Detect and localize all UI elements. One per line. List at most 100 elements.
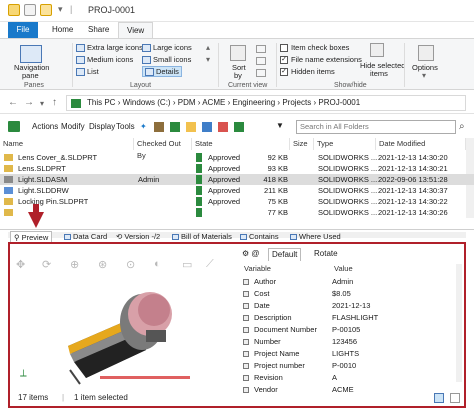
tab-contains[interactable]: Contains bbox=[240, 231, 279, 242]
large-icons-view-icon[interactable] bbox=[450, 393, 460, 403]
checkbox-checked-icon[interactable]: ✓ bbox=[280, 56, 288, 65]
property-row[interactable]: Number 123456 bbox=[238, 336, 446, 348]
column-header-date-modified[interactable]: Date Modified bbox=[376, 138, 466, 150]
undo-check-out-icon[interactable] bbox=[186, 122, 196, 132]
property-row[interactable]: Author Admin bbox=[238, 276, 446, 288]
display-style-icon[interactable]: ◐ bbox=[154, 258, 161, 270]
back-icon[interactable]: ← bbox=[8, 97, 18, 108]
navigation-pane-icon[interactable] bbox=[20, 45, 42, 63]
tab-version[interactable]: ⟲ Version -/2 bbox=[116, 231, 160, 242]
tab-data-card[interactable]: Data Card bbox=[64, 231, 107, 242]
menu-tools[interactable]: Tools bbox=[116, 122, 135, 131]
tab-rotate[interactable]: Rotate bbox=[314, 248, 338, 260]
checkbox-unchecked-icon[interactable] bbox=[280, 44, 288, 53]
column-header-name[interactable]: Name bbox=[0, 138, 134, 150]
table-row[interactable]: Light.SLDASM Admin Approved 418 KB SOLIDWORK… bbox=[0, 174, 474, 185]
breadcrumb-this-pc[interactable]: This PC bbox=[87, 98, 115, 107]
sort-by-icon[interactable] bbox=[230, 45, 246, 61]
change-state-icon[interactable] bbox=[218, 122, 228, 132]
property-row[interactable]: Project number P-0010 bbox=[238, 360, 446, 372]
pan-icon[interactable]: ✥ bbox=[16, 258, 25, 271]
property-row[interactable]: Description FLASHLIGHT bbox=[238, 312, 446, 324]
breadcrumb-acme[interactable]: ACME bbox=[202, 98, 225, 107]
tab-default[interactable]: Default bbox=[268, 248, 302, 261]
check-out-icon[interactable] bbox=[154, 122, 164, 132]
tab-file[interactable]: File bbox=[8, 22, 38, 38]
tab-share[interactable]: Share bbox=[80, 22, 117, 38]
checkbox-checked-icon[interactable]: ✓ bbox=[280, 68, 288, 77]
quick-access-dropdown-icon[interactable]: ▾ bbox=[58, 4, 63, 15]
item-check-boxes-toggle[interactable]: Item check boxes bbox=[280, 43, 349, 53]
search-icon[interactable]: ⌕ bbox=[459, 121, 465, 132]
property-row[interactable]: Project Name LIGHTS bbox=[238, 348, 446, 360]
layout-list[interactable]: List bbox=[76, 67, 99, 77]
layout-small-icons[interactable]: Small icons bbox=[142, 55, 191, 65]
add-columns-icon[interactable] bbox=[256, 57, 266, 65]
breadcrumb-projects[interactable]: Projects bbox=[282, 98, 311, 107]
layout-extra-large-icons[interactable]: Extra large icons bbox=[76, 43, 143, 53]
hide-selected-label-2[interactable]: items bbox=[370, 69, 388, 78]
navigation-pane-label-2[interactable]: pane bbox=[22, 71, 39, 80]
zoom-area-icon[interactable]: ⊛ bbox=[98, 258, 107, 271]
column-header-value[interactable]: Value bbox=[334, 264, 353, 273]
pdm-vault-icon[interactable] bbox=[8, 121, 20, 132]
table-row[interactable]: Locking Pin.SLDPRT Approved 75 KB SOLIDWORK… bbox=[0, 196, 474, 207]
table-row[interactable]: 77 KB SOLIDWORKS ... 2021-12-13 14:30:26 bbox=[0, 207, 474, 218]
column-header-type[interactable]: Type bbox=[314, 138, 376, 150]
column-header-state[interactable]: State bbox=[192, 138, 290, 150]
layout-scroll-down-icon[interactable]: ▾ bbox=[206, 55, 210, 64]
column-header-checked-out-by[interactable]: Checked Out By bbox=[134, 138, 192, 160]
rotate-icon[interactable]: ⟳ bbox=[42, 258, 51, 271]
group-by-icon[interactable] bbox=[256, 45, 266, 53]
property-row[interactable]: Date 2021-12-13 bbox=[238, 300, 446, 312]
forward-icon[interactable]: → bbox=[24, 97, 34, 108]
sort-by-label-2[interactable]: by bbox=[234, 71, 242, 80]
hidden-items-toggle[interactable]: ✓ Hidden items bbox=[280, 67, 335, 77]
column-header-size[interactable]: Size bbox=[290, 138, 314, 150]
pin-icon[interactable]: ✦ bbox=[140, 122, 147, 131]
tab-home[interactable]: Home bbox=[44, 22, 81, 38]
layout-medium-icons[interactable]: Medium icons bbox=[76, 55, 133, 65]
breadcrumb[interactable]: This PC › Windows (C:) › PDM › ACME › En… bbox=[66, 95, 466, 111]
cfg-icon[interactable]: ⚙ @ bbox=[242, 248, 260, 260]
tab-bill-of-materials[interactable]: Bill of Materials bbox=[172, 231, 232, 242]
table-row[interactable]: Lens Cover_&.SLDPRT Approved 92 KB SOLIDWOR… bbox=[0, 152, 474, 163]
size-columns-icon[interactable] bbox=[256, 69, 266, 77]
layout-details[interactable]: Details bbox=[142, 66, 182, 78]
property-row[interactable]: Cost $8.05 bbox=[238, 288, 446, 300]
property-row[interactable]: Document Number P-00105 bbox=[238, 324, 446, 336]
layout-scroll-up-icon[interactable]: ▴ bbox=[206, 43, 210, 52]
dropdown-icon[interactable]: ▼ bbox=[276, 121, 284, 130]
properties-icon[interactable] bbox=[24, 4, 36, 16]
breadcrumb-pdm[interactable]: PDM bbox=[178, 98, 196, 107]
column-header-variable[interactable]: Variable bbox=[244, 264, 271, 273]
file-name-extensions-toggle[interactable]: ✓ File name extensions bbox=[280, 55, 362, 65]
layout-large-icons[interactable]: Large icons bbox=[142, 43, 192, 53]
menu-display[interactable]: Display bbox=[89, 122, 115, 131]
tab-view[interactable]: View bbox=[118, 22, 154, 38]
zoom-fit-icon[interactable]: ⊕ bbox=[70, 258, 79, 271]
breadcrumb-proj-0001[interactable]: PROJ-0001 bbox=[318, 98, 360, 107]
options-icon[interactable] bbox=[418, 45, 434, 61]
menu-modify[interactable]: Modify bbox=[61, 122, 85, 131]
hide-selected-icon[interactable] bbox=[370, 43, 384, 57]
up-icon[interactable]: ↑ bbox=[52, 97, 57, 108]
table-row[interactable]: Light.SLDDRW Approved 211 KB SOLIDWORKS ...… bbox=[0, 185, 474, 196]
recent-locations-icon[interactable]: ▾ bbox=[40, 99, 44, 108]
breadcrumb-engineering[interactable]: Engineering bbox=[232, 98, 275, 107]
menu-actions[interactable]: Actions bbox=[32, 122, 58, 131]
zoom-icon[interactable]: ⊙ bbox=[126, 258, 135, 271]
vault-view-icon[interactable] bbox=[234, 122, 244, 132]
get-latest-icon[interactable] bbox=[202, 122, 212, 132]
breadcrumb-drive[interactable]: Windows (C:) bbox=[123, 98, 171, 107]
search-input[interactable]: Search in All Folders bbox=[296, 120, 456, 134]
measure-icon[interactable]: ⟋ bbox=[206, 258, 214, 271]
check-in-icon[interactable] bbox=[170, 122, 180, 132]
tab-where-used[interactable]: Where Used bbox=[290, 231, 341, 242]
new-folder-icon[interactable] bbox=[40, 4, 52, 16]
print-icon[interactable]: ▭ bbox=[182, 258, 192, 271]
options-dropdown-icon[interactable]: ▾ bbox=[422, 71, 426, 80]
table-row[interactable]: Lens.SLDPRT Approved 93 KB SOLIDWORKS ... 20… bbox=[0, 163, 474, 174]
properties-scrollbar[interactable] bbox=[456, 264, 462, 382]
property-row[interactable]: Revision A bbox=[238, 372, 446, 384]
